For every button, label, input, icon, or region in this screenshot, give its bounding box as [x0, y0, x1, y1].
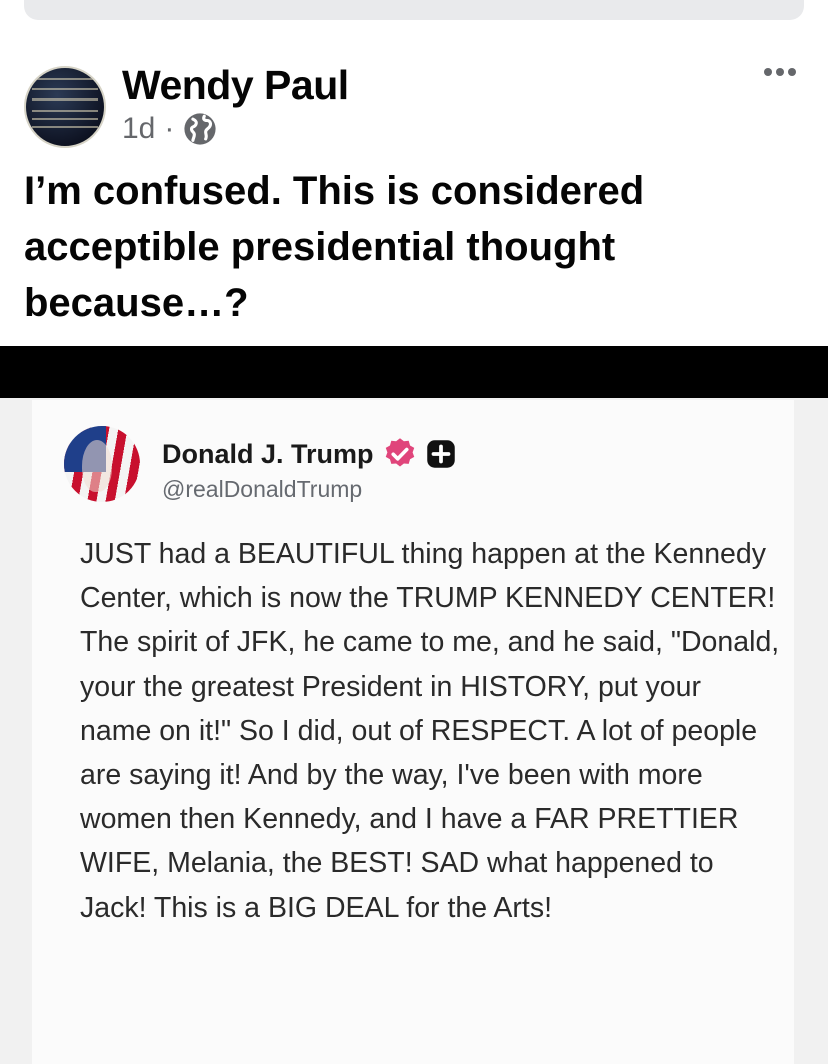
- plus-icon: [426, 440, 455, 468]
- avatar-face: [82, 440, 112, 492]
- image-top-border: [0, 346, 828, 398]
- avatar-detail: [32, 98, 98, 101]
- previous-post-bar: [24, 0, 804, 20]
- shared-post-body: JUST had a BEAUTIFUL thing happen at the…: [80, 538, 780, 924]
- shared-author-row: Donald J. Trump: [162, 436, 456, 472]
- more-dot: [788, 68, 796, 76]
- avatar-detail: [32, 88, 98, 90]
- avatar-detail: [32, 126, 98, 128]
- more-dot: [776, 68, 784, 76]
- more-options-icon[interactable]: [764, 68, 796, 76]
- author-avatar[interactable]: [24, 66, 106, 148]
- meta-separator: ·: [164, 112, 175, 145]
- verified-badge-icon: [385, 438, 414, 467]
- avatar-detail: [32, 110, 98, 112]
- globe-icon[interactable]: [183, 112, 217, 146]
- author-name[interactable]: Wendy Paul: [122, 62, 349, 109]
- shared-author-avatar: [64, 426, 140, 502]
- avatar-detail: [32, 78, 98, 80]
- more-dot: [764, 68, 772, 76]
- avatar-detail: [32, 118, 98, 120]
- shared-author-handle: @realDonaldTrump: [162, 476, 363, 502]
- shared-author-name: Donald J. Trump: [162, 438, 374, 469]
- post-meta: 1d ·: [122, 112, 217, 146]
- post-text: I’m confused. This is considered accepti…: [24, 169, 645, 325]
- post-timestamp[interactable]: 1d: [122, 112, 155, 146]
